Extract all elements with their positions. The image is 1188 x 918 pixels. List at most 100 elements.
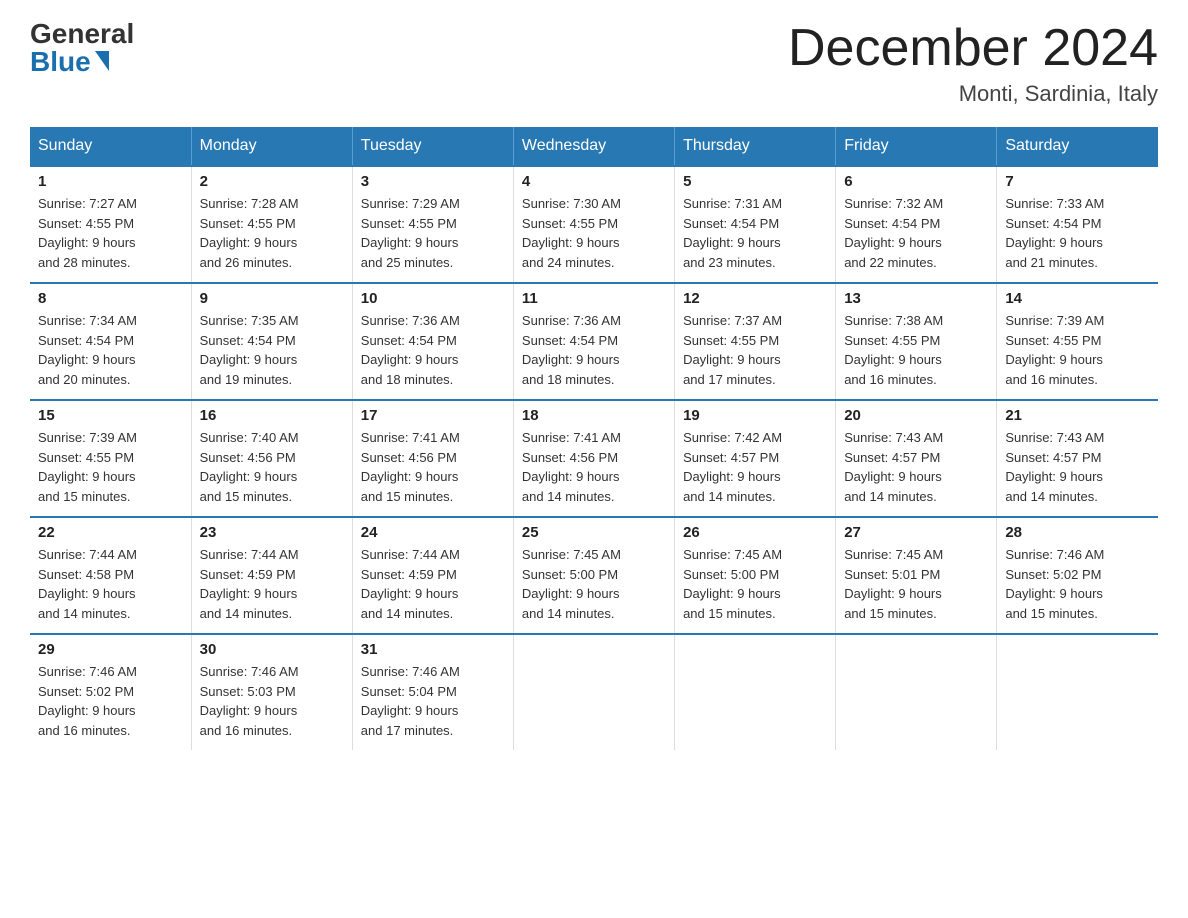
table-row: 7 Sunrise: 7:33 AMSunset: 4:54 PMDayligh… [997,166,1158,283]
location-subtitle: Monti, Sardinia, Italy [788,81,1158,107]
table-row: 28 Sunrise: 7:46 AMSunset: 5:02 PMDaylig… [997,517,1158,634]
day-number: 28 [1005,524,1150,541]
table-row: 15 Sunrise: 7:39 AMSunset: 4:55 PMDaylig… [30,400,191,517]
table-row: 5 Sunrise: 7:31 AMSunset: 4:54 PMDayligh… [675,166,836,283]
table-row: 19 Sunrise: 7:42 AMSunset: 4:57 PMDaylig… [675,400,836,517]
table-row: 11 Sunrise: 7:36 AMSunset: 4:54 PMDaylig… [513,283,674,400]
day-number: 24 [361,524,505,541]
day-number: 10 [361,290,505,307]
day-info: Sunrise: 7:44 AMSunset: 4:59 PMDaylight:… [361,545,505,623]
day-info: Sunrise: 7:44 AMSunset: 4:59 PMDaylight:… [200,545,344,623]
day-number: 27 [844,524,988,541]
col-tuesday: Tuesday [352,127,513,166]
day-info: Sunrise: 7:38 AMSunset: 4:55 PMDaylight:… [844,311,988,389]
logo-triangle-icon [95,51,109,71]
day-number: 18 [522,407,666,424]
day-info: Sunrise: 7:41 AMSunset: 4:56 PMDaylight:… [361,428,505,506]
day-number: 13 [844,290,988,307]
day-info: Sunrise: 7:35 AMSunset: 4:54 PMDaylight:… [200,311,344,389]
table-row: 29 Sunrise: 7:46 AMSunset: 5:02 PMDaylig… [30,634,191,750]
day-info: Sunrise: 7:32 AMSunset: 4:54 PMDaylight:… [844,194,988,272]
calendar-week-row-5: 29 Sunrise: 7:46 AMSunset: 5:02 PMDaylig… [30,634,1158,750]
table-row: 21 Sunrise: 7:43 AMSunset: 4:57 PMDaylig… [997,400,1158,517]
day-number: 25 [522,524,666,541]
table-row: 13 Sunrise: 7:38 AMSunset: 4:55 PMDaylig… [836,283,997,400]
table-row: 17 Sunrise: 7:41 AMSunset: 4:56 PMDaylig… [352,400,513,517]
table-row: 2 Sunrise: 7:28 AMSunset: 4:55 PMDayligh… [191,166,352,283]
logo: General Blue [30,20,134,76]
day-number: 23 [200,524,344,541]
table-row: 3 Sunrise: 7:29 AMSunset: 4:55 PMDayligh… [352,166,513,283]
day-number: 1 [38,173,183,190]
day-info: Sunrise: 7:37 AMSunset: 4:55 PMDaylight:… [683,311,827,389]
day-number: 20 [844,407,988,424]
month-title: December 2024 [788,20,1158,77]
day-number: 29 [38,641,183,658]
day-number: 14 [1005,290,1150,307]
day-info: Sunrise: 7:45 AMSunset: 5:01 PMDaylight:… [844,545,988,623]
calendar-table: Sunday Monday Tuesday Wednesday Thursday… [30,127,1158,750]
day-number: 31 [361,641,505,658]
day-number: 15 [38,407,183,424]
col-monday: Monday [191,127,352,166]
day-number: 3 [361,173,505,190]
table-row: 20 Sunrise: 7:43 AMSunset: 4:57 PMDaylig… [836,400,997,517]
table-row: 22 Sunrise: 7:44 AMSunset: 4:58 PMDaylig… [30,517,191,634]
day-number: 2 [200,173,344,190]
table-row [836,634,997,750]
calendar-week-row-2: 8 Sunrise: 7:34 AMSunset: 4:54 PMDayligh… [30,283,1158,400]
table-row [997,634,1158,750]
day-number: 22 [38,524,183,541]
calendar-week-row-3: 15 Sunrise: 7:39 AMSunset: 4:55 PMDaylig… [30,400,1158,517]
day-number: 12 [683,290,827,307]
calendar-week-row-1: 1 Sunrise: 7:27 AMSunset: 4:55 PMDayligh… [30,166,1158,283]
day-number: 16 [200,407,344,424]
table-row: 12 Sunrise: 7:37 AMSunset: 4:55 PMDaylig… [675,283,836,400]
table-row: 4 Sunrise: 7:30 AMSunset: 4:55 PMDayligh… [513,166,674,283]
calendar-header-row: Sunday Monday Tuesday Wednesday Thursday… [30,127,1158,166]
day-number: 4 [522,173,666,190]
day-info: Sunrise: 7:42 AMSunset: 4:57 PMDaylight:… [683,428,827,506]
calendar-week-row-4: 22 Sunrise: 7:44 AMSunset: 4:58 PMDaylig… [30,517,1158,634]
table-row: 8 Sunrise: 7:34 AMSunset: 4:54 PMDayligh… [30,283,191,400]
day-info: Sunrise: 7:29 AMSunset: 4:55 PMDaylight:… [361,194,505,272]
day-info: Sunrise: 7:40 AMSunset: 4:56 PMDaylight:… [200,428,344,506]
table-row [675,634,836,750]
col-saturday: Saturday [997,127,1158,166]
day-info: Sunrise: 7:36 AMSunset: 4:54 PMDaylight:… [361,311,505,389]
col-friday: Friday [836,127,997,166]
table-row: 26 Sunrise: 7:45 AMSunset: 5:00 PMDaylig… [675,517,836,634]
day-number: 8 [38,290,183,307]
day-info: Sunrise: 7:27 AMSunset: 4:55 PMDaylight:… [38,194,183,272]
day-info: Sunrise: 7:30 AMSunset: 4:55 PMDaylight:… [522,194,666,272]
day-info: Sunrise: 7:45 AMSunset: 5:00 PMDaylight:… [683,545,827,623]
table-row: 10 Sunrise: 7:36 AMSunset: 4:54 PMDaylig… [352,283,513,400]
table-row: 30 Sunrise: 7:46 AMSunset: 5:03 PMDaylig… [191,634,352,750]
day-info: Sunrise: 7:46 AMSunset: 5:02 PMDaylight:… [38,662,183,740]
col-sunday: Sunday [30,127,191,166]
day-number: 11 [522,290,666,307]
day-info: Sunrise: 7:41 AMSunset: 4:56 PMDaylight:… [522,428,666,506]
day-info: Sunrise: 7:39 AMSunset: 4:55 PMDaylight:… [38,428,183,506]
table-row: 14 Sunrise: 7:39 AMSunset: 4:55 PMDaylig… [997,283,1158,400]
col-thursday: Thursday [675,127,836,166]
table-row: 1 Sunrise: 7:27 AMSunset: 4:55 PMDayligh… [30,166,191,283]
page-header: General Blue December 2024 Monti, Sardin… [30,20,1158,107]
day-number: 21 [1005,407,1150,424]
table-row: 31 Sunrise: 7:46 AMSunset: 5:04 PMDaylig… [352,634,513,750]
day-info: Sunrise: 7:43 AMSunset: 4:57 PMDaylight:… [1005,428,1150,506]
logo-general-text: General [30,20,134,48]
day-number: 5 [683,173,827,190]
day-info: Sunrise: 7:44 AMSunset: 4:58 PMDaylight:… [38,545,183,623]
logo-blue-text: Blue [30,48,91,76]
day-info: Sunrise: 7:39 AMSunset: 4:55 PMDaylight:… [1005,311,1150,389]
day-number: 6 [844,173,988,190]
table-row: 6 Sunrise: 7:32 AMSunset: 4:54 PMDayligh… [836,166,997,283]
day-info: Sunrise: 7:46 AMSunset: 5:02 PMDaylight:… [1005,545,1150,623]
day-info: Sunrise: 7:43 AMSunset: 4:57 PMDaylight:… [844,428,988,506]
day-number: 7 [1005,173,1150,190]
table-row [513,634,674,750]
day-number: 30 [200,641,344,658]
table-row: 25 Sunrise: 7:45 AMSunset: 5:00 PMDaylig… [513,517,674,634]
day-number: 26 [683,524,827,541]
